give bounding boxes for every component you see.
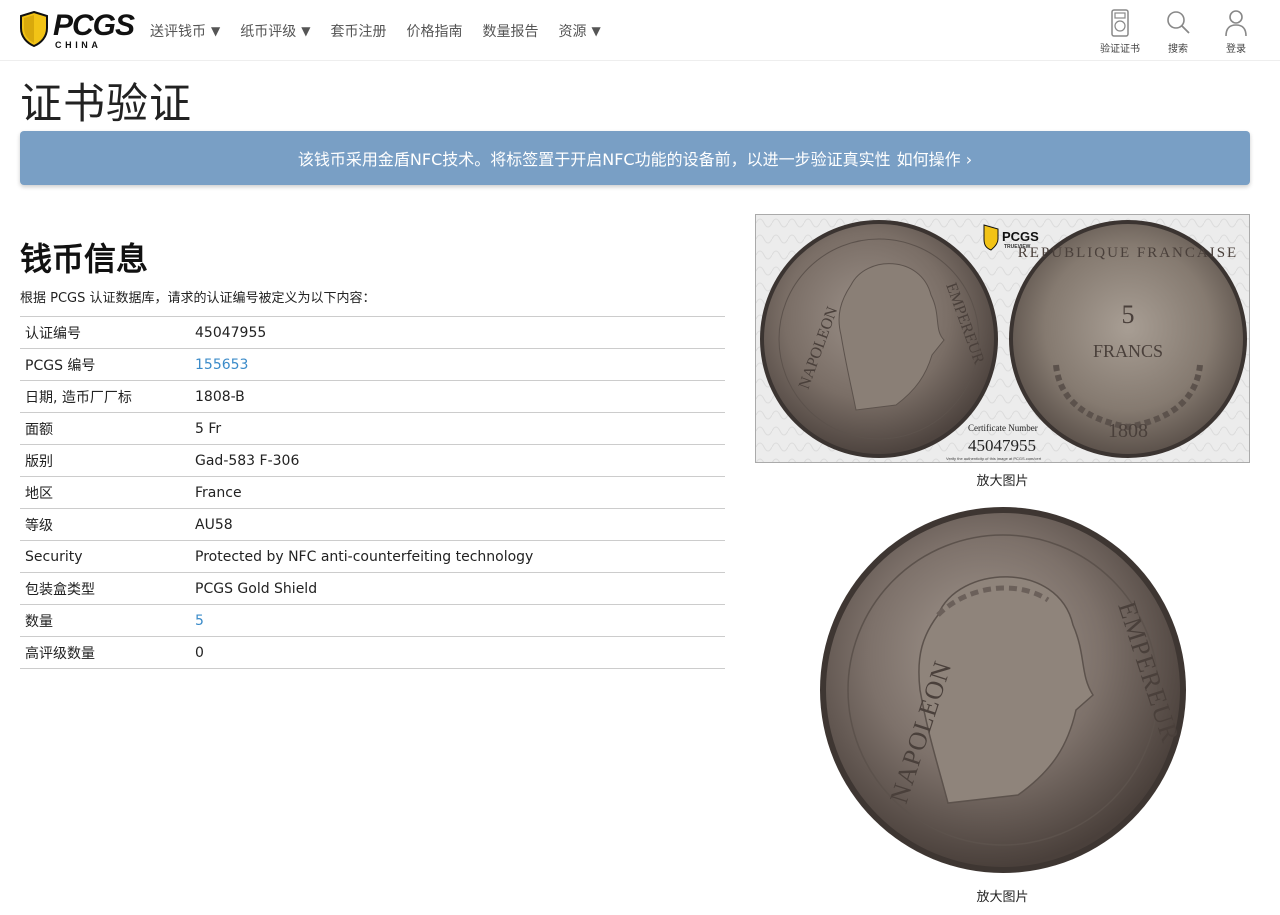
coin-info-table: 认证编号 45047955 PCGS 编号 155653 日期, 造币厂厂标 1808… (20, 316, 725, 669)
nav-price-guide[interactable]: 价格指南 (396, 21, 472, 41)
certificate-slab-icon (1111, 9, 1129, 37)
coin-photo: NAPOLEON EMPEREUR (820, 507, 1186, 873)
nav-label: 数量报告 (482, 23, 539, 40)
nav-label: 送评钱币 (150, 23, 206, 40)
row-label: 地区 (25, 485, 53, 502)
table-row: 版别 Gad-583 F-306 (20, 445, 725, 477)
gold-shield-icon (20, 11, 48, 47)
enlarge-image-link[interactable]: 放大图片 (755, 470, 1250, 489)
row-value: France (195, 484, 242, 501)
cert-number: 45047955 (968, 436, 1036, 455)
search-label: 搜索 (1168, 44, 1188, 55)
row-label: 认证编号 (25, 325, 81, 342)
search-button[interactable]: 搜索 (1156, 8, 1200, 55)
trueview-sub: TRUEVIEW (1004, 244, 1031, 250)
row-label: 等级 (25, 517, 53, 534)
pcgs-number-link[interactable]: 155653 (195, 357, 248, 373)
caret-down-icon: ▼ (591, 23, 601, 38)
row-label: Security (25, 548, 83, 565)
row-label: 数量 (25, 613, 53, 630)
population-link[interactable]: 5 (195, 613, 204, 629)
nav-population-report[interactable]: 数量报告 (472, 21, 548, 41)
row-label: PCGS 编号 (25, 357, 96, 374)
coin-info-heading: 钱币信息 (20, 240, 149, 278)
header-tools: 验证证书 搜索 登录 (1098, 8, 1258, 55)
reverse-legend: REPUBLIQUE FRANCAISE (1018, 245, 1238, 261)
verify-cert-button[interactable]: 验证证书 (1098, 8, 1142, 55)
pcgs-china-logo[interactable]: PCGS CHINA (20, 9, 135, 51)
caret-down-icon: ▼ (211, 23, 221, 38)
row-value: Protected by NFC anti-counterfeiting tec… (195, 548, 534, 565)
row-value: 1808-B (195, 388, 245, 405)
nav-label: 资源 (558, 23, 587, 40)
table-row: 地区 France (20, 477, 725, 509)
reverse-unit: FRANCS (1093, 341, 1163, 361)
user-icon (1225, 10, 1247, 37)
nav-grading-coins[interactable]: 送评钱币 ▼ (140, 21, 230, 41)
chevron-right-icon: › (965, 150, 973, 169)
site-header: PCGS CHINA 送评钱币 ▼ 纸币评级 ▼ 套币注册 价格指南 数量报告 资源… (0, 0, 1280, 61)
table-row: 面额 5 Fr (20, 413, 725, 445)
row-label: 高评级数量 (25, 645, 95, 662)
row-value: 5 (195, 605, 725, 637)
row-value: 45047955 (195, 324, 267, 341)
row-value: 5 Fr (195, 420, 222, 437)
trueview-photo: NAPOLEON EMPEREUR REPUBLIQUE FRANCAISE 5… (756, 215, 1249, 462)
table-row: 等级 AU58 (20, 509, 725, 541)
search-icon (1167, 11, 1190, 34)
verify-cert-label: 验证证书 (1100, 44, 1140, 55)
how-to-link[interactable]: 如何操作 › (897, 146, 973, 170)
login-label: 登录 (1226, 44, 1246, 55)
nfc-banner-text: 该钱币采用金盾NFC技术。将标签置于开启NFC功能的设备前，以进一步验证真实性 (297, 150, 891, 169)
table-row: 日期, 造币厂厂标 1808-B (20, 381, 725, 413)
cert-label: Certificate Number (968, 423, 1038, 433)
table-row: Security Protected by NFC anti-counterfei… (20, 541, 725, 573)
row-label: 版别 (25, 453, 53, 470)
nfc-banner: 该钱币采用金盾NFC技术。将标签置于开启NFC功能的设备前，以进一步验证真实性 … (20, 131, 1250, 185)
how-to-link-label: 如何操作 (896, 150, 961, 169)
row-value: AU58 (195, 516, 233, 533)
row-label: 面额 (25, 421, 53, 438)
row-label: 日期, 造币厂厂标 (25, 389, 132, 406)
table-row: PCGS 编号 155653 (20, 349, 725, 381)
page-title: 证书验证 (20, 79, 193, 128)
logo-subtitle: CHINA (55, 40, 102, 50)
coin-info-intro: 根据 PCGS 认证数据库，请求的认证编号被定义为以下内容： (20, 291, 376, 306)
trueview-slab-image[interactable]: NAPOLEON EMPEREUR REPUBLIQUE FRANCAISE 5… (755, 214, 1250, 463)
login-button[interactable]: 登录 (1214, 8, 1258, 55)
trueview-brand: PCGS (1002, 229, 1039, 244)
row-value: Gad-583 F-306 (195, 452, 300, 469)
reverse-year: 1808 (1108, 420, 1148, 442)
main-nav: 送评钱币 ▼ 纸币评级 ▼ 套币注册 价格指南 数量报告 资源 ▼ (140, 0, 611, 61)
row-value: PCGS Gold Shield (195, 580, 318, 597)
nav-resources[interactable]: 资源 ▼ (548, 21, 610, 41)
coin-closeup-image[interactable]: NAPOLEON EMPEREUR (818, 505, 1188, 875)
enlarge-image-link[interactable]: 放大图片 (755, 886, 1250, 905)
caret-down-icon: ▼ (301, 23, 311, 38)
nav-banknote-grading[interactable]: 纸币评级 ▼ (230, 21, 320, 41)
table-row: 数量 5 (20, 605, 725, 637)
nav-label: 价格指南 (406, 23, 463, 40)
nav-label: 纸币评级 (240, 23, 297, 40)
table-row: 认证编号 45047955 (20, 317, 725, 349)
verify-note: Verify the authenticity of this image at… (946, 456, 1042, 461)
row-label: 包装盒类型 (25, 581, 95, 598)
logo-wordmark: PCGS (53, 9, 135, 42)
nav-label: 套币注册 (330, 23, 387, 40)
table-row: 高评级数量 0 (20, 637, 725, 669)
table-row: 包装盒类型 PCGS Gold Shield (20, 573, 725, 605)
row-value: 0 (195, 644, 204, 661)
row-value: 155653 (195, 349, 725, 381)
reverse-value: 5 (1122, 300, 1135, 329)
nav-set-registry[interactable]: 套币注册 (320, 21, 396, 41)
